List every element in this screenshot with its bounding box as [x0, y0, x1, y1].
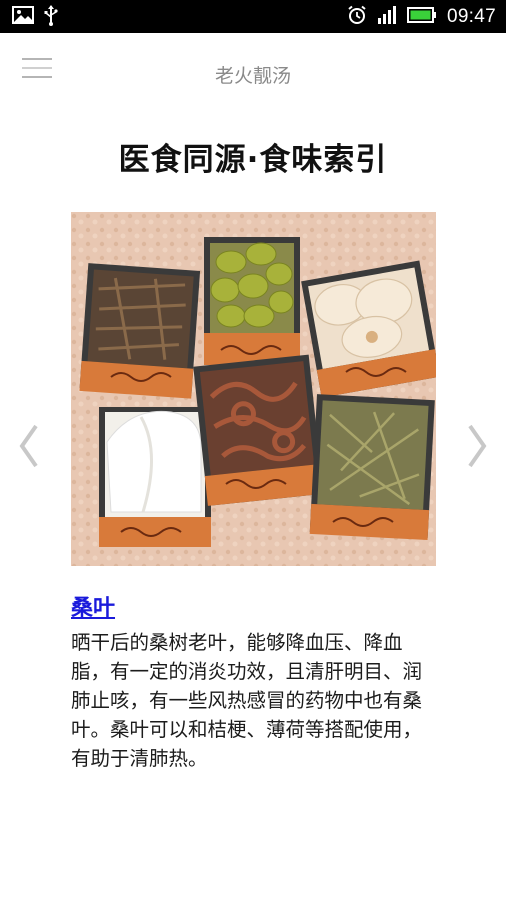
chevron-left-icon[interactable]: [14, 422, 44, 470]
clock-time: 09:47: [446, 5, 496, 27]
chevron-right-icon[interactable]: [462, 422, 492, 470]
alarm-icon: [347, 5, 367, 29]
signal-icon: [377, 5, 397, 28]
app-title: 老火靓汤: [214, 65, 291, 87]
herbs-photo: [71, 212, 440, 566]
image-icon: [12, 5, 34, 28]
status-bar: 09:47: [0, 0, 506, 33]
app-bar: 老火靓汤: [0, 33, 506, 113]
item-description: 晒干后的桑树老叶，能够降血压、降血脂，有一定的消炎功效，且清肝明目、润肺止咳，有…: [71, 631, 423, 770]
battery-icon: [406, 6, 437, 27]
page-heading: 医食同源·食味索引: [118, 142, 388, 178]
usb-icon: [44, 4, 58, 30]
item-title-link[interactable]: 桑叶: [71, 590, 115, 622]
